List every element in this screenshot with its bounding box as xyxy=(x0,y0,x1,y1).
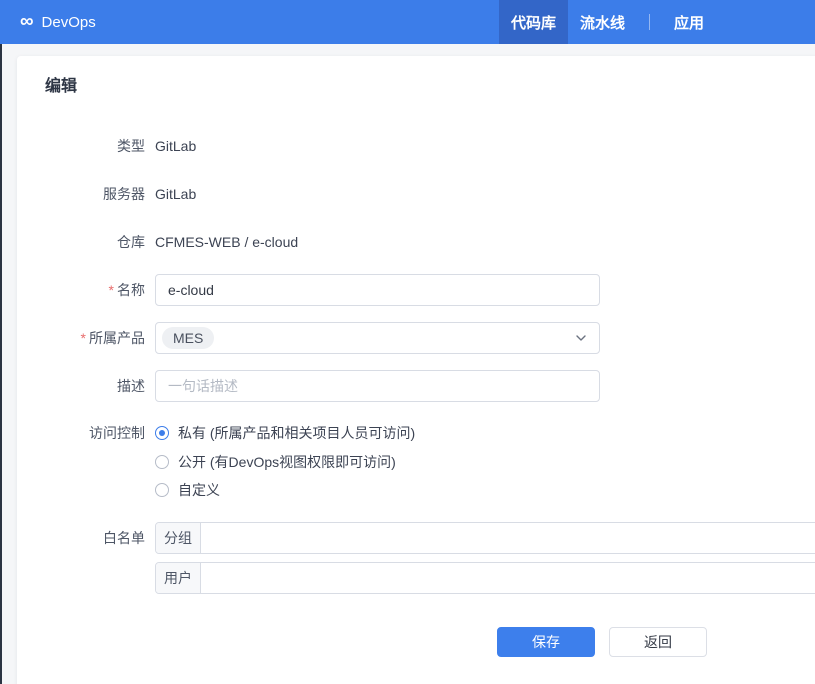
tab-application[interactable]: 应用 xyxy=(662,0,716,44)
type-value: GitLab xyxy=(155,138,197,154)
radio-button-icon xyxy=(155,455,169,469)
save-button[interactable]: 保存 xyxy=(497,627,595,657)
radio-public[interactable]: 公开 (有DevOps视图权限即可访问) xyxy=(155,452,415,472)
row-name: * 名称 xyxy=(17,274,815,306)
whitelist-user-input[interactable] xyxy=(201,563,815,593)
description-label: 描述 xyxy=(117,378,145,394)
repository-label: 仓库 xyxy=(117,234,145,250)
name-label-text: 名称 xyxy=(117,282,145,298)
tab-code-repo-label: 代码库 xyxy=(511,14,557,32)
tab-pipeline-label: 流水线 xyxy=(580,14,626,32)
row-repository: 仓库 CFMES-WEB / e-cloud xyxy=(17,232,815,252)
tab-pipeline[interactable]: 流水线 xyxy=(568,0,637,44)
radio-private-label: 私有 (所属产品和相关项目人员可访问) xyxy=(178,425,416,441)
whitelist-user-field: 用户 xyxy=(155,562,815,594)
whitelist-label: 白名单 xyxy=(103,530,145,546)
radio-public-label: 公开 (有DevOps视图权限即可访问) xyxy=(178,454,396,470)
whitelist-group-prefix: 分组 xyxy=(156,523,201,553)
brand: ∞ DevOps xyxy=(0,0,96,44)
product-label: * 所属产品 xyxy=(17,328,155,348)
edit-form: 类型 GitLab 服务器 GitLab 仓库 CFMES-WEB / e-cl… xyxy=(17,136,815,657)
chevron-down-icon xyxy=(575,332,587,344)
tab-application-label: 应用 xyxy=(674,14,705,32)
row-product: * 所属产品 MES xyxy=(17,322,815,354)
edit-form-card: 编辑 类型 GitLab 服务器 GitLab 仓库 CFMES-WEB / e… xyxy=(17,56,815,684)
brand-label: DevOps xyxy=(41,13,96,31)
row-server: 服务器 GitLab xyxy=(17,184,815,204)
top-navbar: ∞ DevOps 代码库 流水线 应用 xyxy=(0,0,815,44)
row-access-control: 访问控制 私有 (所属产品和相关项目人员可访问) 公开 (有DevOps视图权限… xyxy=(17,423,815,500)
radio-button-icon xyxy=(155,426,169,440)
type-label: 类型 xyxy=(117,138,145,154)
left-edge-strip xyxy=(0,44,2,684)
page-title: 编辑 xyxy=(45,78,78,95)
whitelist-inputs: 分组 用户 xyxy=(155,522,815,594)
radio-private[interactable]: 私有 (所属产品和相关项目人员可访问) xyxy=(155,423,415,443)
form-actions: 保存 返回 xyxy=(497,627,815,657)
tab-code-repo[interactable]: 代码库 xyxy=(499,0,569,44)
server-label: 服务器 xyxy=(103,186,145,202)
radio-button-icon xyxy=(155,483,169,497)
access-control-label: 访问控制 xyxy=(89,425,145,441)
required-asterisk: * xyxy=(108,282,114,298)
name-label: * 名称 xyxy=(17,280,155,300)
product-label-text: 所属产品 xyxy=(89,330,145,346)
name-input[interactable] xyxy=(155,274,600,306)
radio-custom-label: 自定义 xyxy=(178,482,220,498)
product-selected-tag: MES xyxy=(162,327,215,349)
top-nav-tabs: 代码库 流水线 应用 xyxy=(499,0,716,44)
main-area: 编辑 类型 GitLab 服务器 GitLab 仓库 CFMES-WEB / e… xyxy=(0,44,815,684)
back-button[interactable]: 返回 xyxy=(609,627,707,657)
nav-divider xyxy=(649,14,651,30)
infinity-icon: ∞ xyxy=(20,10,34,32)
whitelist-user-prefix: 用户 xyxy=(156,563,201,593)
product-select[interactable]: MES xyxy=(155,322,600,354)
required-asterisk: * xyxy=(80,330,86,346)
whitelist-group-field: 分组 xyxy=(155,522,815,554)
server-value: GitLab xyxy=(155,186,197,202)
row-description: 描述 xyxy=(17,370,815,402)
row-whitelist: 白名单 分组 用户 xyxy=(17,522,815,594)
whitelist-group-input[interactable] xyxy=(201,523,815,553)
repository-value: CFMES-WEB / e-cloud xyxy=(155,234,299,250)
row-type: 类型 GitLab xyxy=(17,136,815,156)
radio-custom[interactable]: 自定义 xyxy=(155,480,415,500)
access-control-options: 私有 (所属产品和相关项目人员可访问) 公开 (有DevOps视图权限即可访问)… xyxy=(155,423,415,500)
description-input[interactable] xyxy=(155,370,600,402)
